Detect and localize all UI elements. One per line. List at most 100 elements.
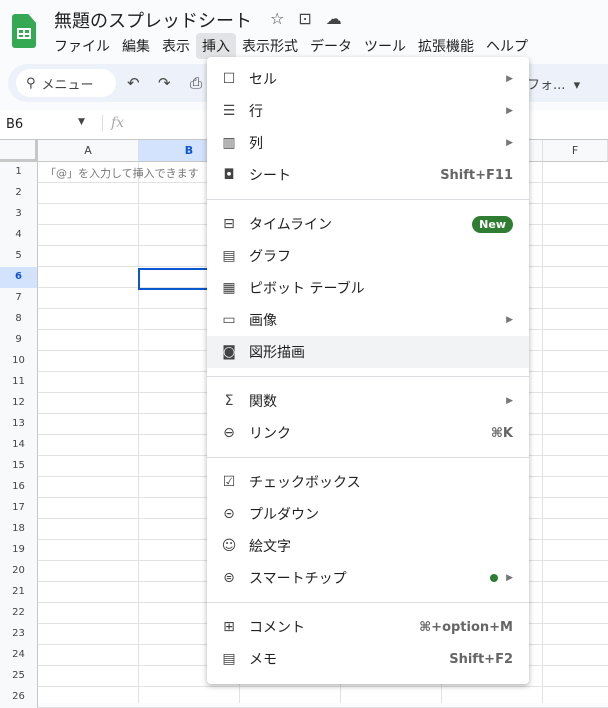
table-row: 26 bbox=[0, 687, 608, 708]
star-icon[interactable]: ☆ bbox=[270, 9, 284, 28]
shortcut-label: ⌘K bbox=[490, 425, 513, 441]
submenu-arrow-icon: ▶ bbox=[506, 74, 513, 84]
row-header[interactable]: 22 bbox=[0, 603, 38, 624]
drawing-icon: ◙ bbox=[222, 344, 236, 360]
smart-chip-icon: ⊜ bbox=[223, 570, 235, 586]
menu-3[interactable]: 挿入 bbox=[196, 33, 236, 59]
row-header[interactable]: 2 bbox=[0, 183, 38, 204]
menu-item-dropdown[interactable]: ⊝ プルダウン bbox=[207, 498, 529, 530]
menu-item-sheet[interactable]: ◘ シート Shift+F11 bbox=[207, 159, 529, 191]
menu-6[interactable]: ツール bbox=[358, 33, 412, 59]
submenu-arrow-icon: ▶ bbox=[506, 315, 513, 325]
row-header[interactable]: 19 bbox=[0, 540, 38, 561]
comment-icon: ⊞ bbox=[223, 619, 235, 635]
row-header[interactable]: 14 bbox=[0, 435, 38, 456]
note-icon: ▤ bbox=[222, 651, 236, 667]
row-icon: ☰ bbox=[222, 103, 236, 119]
row-header[interactable]: 16 bbox=[0, 477, 38, 498]
row-header[interactable]: 21 bbox=[0, 582, 38, 603]
menu-item-function[interactable]: Σ 関数 ▶ bbox=[207, 385, 529, 417]
menu-item-label: グラフ bbox=[249, 249, 291, 265]
menu-5[interactable]: データ bbox=[304, 33, 358, 59]
sheet-icon: ◘ bbox=[223, 167, 235, 183]
row-header[interactable]: 11 bbox=[0, 372, 38, 393]
undo-icon[interactable]: ↶ bbox=[127, 74, 140, 92]
chevron-down-icon[interactable]: ▼ bbox=[78, 117, 85, 127]
menu-divider bbox=[207, 602, 529, 603]
link-icon: ⊖ bbox=[223, 425, 235, 441]
menu-4[interactable]: 表示形式 bbox=[236, 33, 304, 59]
menu-item-label: コメント bbox=[249, 620, 305, 636]
menu-item-label: チェックボックス bbox=[249, 475, 361, 491]
row-header[interactable]: 24 bbox=[0, 645, 38, 666]
menu-item-label: リンク bbox=[249, 426, 291, 442]
row-header[interactable]: 20 bbox=[0, 561, 38, 582]
row-header[interactable]: 26 bbox=[0, 687, 38, 708]
redo-icon[interactable]: ↷ bbox=[158, 74, 171, 92]
menu-item-smart-chip[interactable]: ⊜ スマートチップ ▶ bbox=[207, 562, 529, 594]
menu-item-emoji[interactable]: ☺ 絵文字 bbox=[207, 530, 529, 562]
row-header[interactable]: 5 bbox=[0, 246, 38, 267]
select-all-corner[interactable] bbox=[0, 140, 38, 162]
document-title[interactable]: 無題のスプレッドシート bbox=[54, 7, 252, 33]
column-header-A[interactable]: A bbox=[38, 140, 139, 162]
row-header[interactable]: 4 bbox=[0, 225, 38, 246]
menu-item-label: 図形描画 bbox=[249, 345, 305, 361]
move-folder-icon[interactable]: ⊡ bbox=[298, 9, 311, 28]
menu-search[interactable]: ⚲ メニュー bbox=[16, 69, 116, 97]
menu-item-link[interactable]: ⊖ リンク ⌘K bbox=[207, 417, 529, 449]
row-header[interactable]: 1 bbox=[0, 162, 38, 183]
menu-item-label: 行 bbox=[249, 104, 263, 120]
row-header[interactable]: 23 bbox=[0, 624, 38, 645]
submenu-arrow-icon: ▶ bbox=[506, 106, 513, 116]
menu-2[interactable]: 表示 bbox=[156, 33, 196, 59]
menu-1[interactable]: 編集 bbox=[116, 33, 156, 59]
menu-item-drawing[interactable]: ◙ 図形描画 bbox=[207, 336, 529, 368]
menu-item-timeline[interactable]: ⊟ タイムライン New bbox=[207, 208, 529, 240]
row-header[interactable]: 13 bbox=[0, 414, 38, 435]
sheets-logo[interactable] bbox=[12, 14, 36, 48]
column-header-F[interactable]: F bbox=[543, 140, 608, 162]
menu-item-checkbox[interactable]: ☑ チェックボックス bbox=[207, 466, 529, 498]
menu-item-image[interactable]: ▭ 画像 ▶ bbox=[207, 304, 529, 336]
font-select[interactable]: フォ... ▾ bbox=[527, 74, 580, 93]
row-header[interactable]: 12 bbox=[0, 393, 38, 414]
menu-item-label: ピボット テーブル bbox=[249, 281, 365, 297]
menu-item-label: 列 bbox=[249, 136, 263, 152]
menu-item-label: 絵文字 bbox=[249, 539, 291, 555]
menu-item-comment[interactable]: ⊞ コメント ⌘+option+M bbox=[207, 611, 529, 643]
insert-menu: ☐ セル ▶ ☰ 行 ▶ ▥ 列 ▶ ◘ シート Shift+F11 ⊟ タイムライン New ▤ グラフ ▦ ピボ… bbox=[207, 57, 529, 684]
row-header[interactable]: 25 bbox=[0, 666, 38, 687]
row-header[interactable]: 3 bbox=[0, 204, 38, 225]
row-header[interactable]: 7 bbox=[0, 288, 38, 309]
menu-item-pivot-table[interactable]: ▦ ピボット テーブル bbox=[207, 272, 529, 304]
menu-0[interactable]: ファイル bbox=[48, 33, 116, 59]
timeline-icon: ⊟ bbox=[223, 216, 235, 232]
menu-item-cell[interactable]: ☐ セル ▶ bbox=[207, 63, 529, 95]
menu-item-column[interactable]: ▥ 列 ▶ bbox=[207, 127, 529, 159]
row-header[interactable]: 18 bbox=[0, 519, 38, 540]
row-header[interactable]: 8 bbox=[0, 309, 38, 330]
menu-divider bbox=[207, 457, 529, 458]
row-header[interactable]: 10 bbox=[0, 351, 38, 372]
column-icon: ▥ bbox=[222, 135, 236, 151]
row-header[interactable]: 6 bbox=[0, 267, 38, 288]
cloud-status-icon[interactable]: ☁ bbox=[326, 9, 342, 28]
submenu-arrow-icon: ▶ bbox=[506, 573, 513, 583]
menu-item-label: メモ bbox=[249, 652, 277, 668]
menu-item-label: シート bbox=[249, 168, 291, 184]
emoji-icon: ☺ bbox=[221, 538, 237, 554]
name-box[interactable]: B6 bbox=[6, 117, 23, 132]
menu-item-chart[interactable]: ▤ グラフ bbox=[207, 240, 529, 272]
row-header[interactable]: 15 bbox=[0, 456, 38, 477]
search-icon: ⚲ bbox=[26, 75, 36, 91]
menu-8[interactable]: ヘルプ bbox=[480, 33, 534, 59]
row-header[interactable]: 9 bbox=[0, 330, 38, 351]
menu-7[interactable]: 拡張機能 bbox=[412, 33, 480, 59]
chart-icon: ▤ bbox=[222, 248, 236, 264]
row-header[interactable]: 17 bbox=[0, 498, 38, 519]
menu-item-note[interactable]: ▤ メモ Shift+F2 bbox=[207, 643, 529, 675]
menu-item-row[interactable]: ☰ 行 ▶ bbox=[207, 95, 529, 127]
checkbox-icon: ☑ bbox=[222, 474, 236, 490]
print-icon[interactable]: ⎙ bbox=[190, 74, 202, 92]
